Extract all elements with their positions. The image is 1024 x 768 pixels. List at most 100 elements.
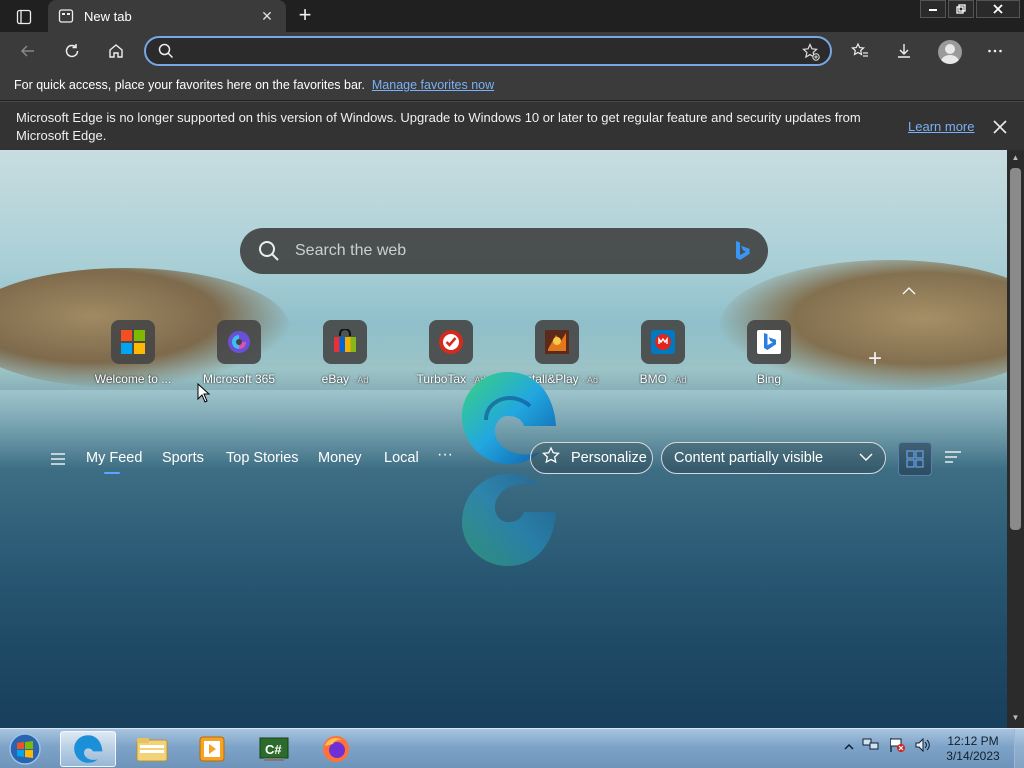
add-favorite-icon[interactable] xyxy=(802,43,820,66)
firefox-icon xyxy=(323,736,349,762)
chevron-down-icon xyxy=(859,450,873,466)
taskbar-edge[interactable] xyxy=(60,731,116,767)
unsupported-info-bar: Microsoft Edge is no longer supported on… xyxy=(0,101,1024,150)
quick-link-tile[interactable]: BMO · Ad xyxy=(610,320,716,390)
taskbar-file-explorer[interactable] xyxy=(124,731,180,767)
show-hidden-icons-icon[interactable] xyxy=(844,739,854,757)
web-search-box[interactable]: Search the web xyxy=(240,228,768,274)
tile-label: Welcome to ... xyxy=(94,372,172,386)
add-quick-link-button[interactable]: + xyxy=(862,346,888,372)
microsoft-365-icon xyxy=(217,320,261,364)
list-layout-icon[interactable] xyxy=(944,450,962,471)
network-icon[interactable] xyxy=(862,737,880,758)
media-player-icon xyxy=(199,736,225,762)
downloads-icon[interactable] xyxy=(890,38,918,64)
edge-logo-reflection xyxy=(462,474,556,566)
tile-label: BMO xyxy=(639,372,667,386)
quick-link-tile[interactable]: eBay · Ad xyxy=(292,320,398,390)
grid-layout-icon[interactable] xyxy=(898,442,932,476)
tab-top-stories[interactable]: Top Stories xyxy=(226,450,299,466)
search-placeholder: Search the web xyxy=(295,242,407,259)
edge-icon xyxy=(74,735,103,763)
search-icon xyxy=(258,240,280,267)
scroll-down-icon[interactable]: ▼ xyxy=(1010,713,1021,725)
taskbar-firefox[interactable] xyxy=(308,731,364,767)
content-visibility-dropdown[interactable]: Content partially visible xyxy=(661,442,886,474)
quick-link-tile[interactable]: Bing xyxy=(716,320,822,390)
browser-toolbar xyxy=(0,32,1024,70)
tab-new-tab[interactable]: New tab ✕ xyxy=(48,0,286,32)
windows-taskbar: C# 12:12 PM 3/14/2023 xyxy=(0,728,1024,768)
tab-money[interactable]: Money xyxy=(318,450,362,466)
new-tab-button[interactable]: + xyxy=(292,4,318,28)
feed-navigation: My Feed Sports Top Stories Money Local ·… xyxy=(0,440,1007,480)
content-visibility-value: Content partially visible xyxy=(674,450,824,466)
tab-sports[interactable]: Sports xyxy=(162,450,204,466)
clock-date: 3/14/2023 xyxy=(946,749,1000,763)
mouse-cursor-icon xyxy=(197,382,211,408)
page-scrollbar[interactable]: ▲ ▼ xyxy=(1007,150,1024,728)
svg-text:C#: C# xyxy=(265,742,282,757)
personalize-button[interactable]: Personalize xyxy=(530,442,653,474)
scroll-up-icon[interactable]: ▲ xyxy=(1010,153,1021,165)
taskbar-clock[interactable]: 12:12 PM 3/14/2023 xyxy=(936,734,1010,764)
favorites-bar-hint: For quick access, place your favorites h… xyxy=(14,78,365,92)
more-icon[interactable] xyxy=(981,38,1009,64)
ebay-icon xyxy=(323,320,367,364)
home-icon[interactable] xyxy=(102,38,130,64)
hamburger-menu-icon[interactable] xyxy=(50,452,66,471)
profile-avatar[interactable] xyxy=(938,40,962,64)
window-controls xyxy=(918,0,1020,18)
bing-icon[interactable] xyxy=(734,240,750,267)
tab-title: New tab xyxy=(84,8,132,24)
title-bar: New tab ✕ + xyxy=(0,0,1024,32)
start-orb-icon[interactable] xyxy=(6,731,44,767)
volume-icon[interactable] xyxy=(914,737,932,758)
clock-time: 12:12 PM xyxy=(947,734,999,748)
quick-link-tile[interactable]: Welcome to ... xyxy=(80,320,186,390)
restore-button[interactable] xyxy=(948,0,974,18)
show-desktop-button[interactable] xyxy=(1014,729,1024,768)
back-icon[interactable] xyxy=(14,38,42,64)
search-icon xyxy=(158,43,174,64)
favorites-bar: For quick access, place your favorites h… xyxy=(0,70,1024,100)
close-icon[interactable] xyxy=(990,117,1010,137)
chevron-up-icon[interactable] xyxy=(900,284,918,296)
info-message: Microsoft Edge is no longer supported on… xyxy=(16,110,861,143)
manage-favorites-link[interactable]: Manage favorites now xyxy=(372,78,494,92)
csharp-icon: C# xyxy=(259,737,289,761)
action-center-flag-icon[interactable] xyxy=(888,737,906,758)
tile-label: Microsoft 365 xyxy=(202,372,276,386)
favorites-icon[interactable] xyxy=(846,38,874,64)
new-tab-page: Search the web Welcome to ... Microsoft … xyxy=(0,150,1007,728)
taskbar-csharp-app[interactable]: C# xyxy=(246,731,302,767)
personalize-label: Personalize xyxy=(571,450,647,466)
system-tray xyxy=(844,737,940,758)
ad-badge: · Ad xyxy=(352,375,369,385)
game-icon xyxy=(535,320,579,364)
turbotax-icon xyxy=(429,320,473,364)
personalize-star-icon xyxy=(541,446,561,470)
ad-badge: · Ad xyxy=(582,375,599,385)
close-window-button[interactable] xyxy=(976,0,1020,18)
bmo-icon xyxy=(641,320,685,364)
new-tab-page-icon xyxy=(58,8,74,24)
more-tabs-button[interactable]: ··· xyxy=(437,446,453,464)
tab-local[interactable]: Local xyxy=(384,450,419,466)
tab-my-feed[interactable]: My Feed xyxy=(86,450,142,474)
tab-actions-icon[interactable] xyxy=(10,6,38,28)
windows-logo-icon xyxy=(111,320,155,364)
address-bar[interactable] xyxy=(144,36,832,66)
ad-badge: · Ad xyxy=(670,375,687,385)
bing-icon xyxy=(747,320,791,364)
folder-icon xyxy=(136,738,168,762)
quick-link-tile[interactable]: Microsoft 365 xyxy=(186,320,292,390)
tab-close-icon[interactable]: ✕ xyxy=(258,8,276,25)
tile-label: eBay xyxy=(321,372,349,386)
minimize-button[interactable] xyxy=(920,0,946,18)
tile-label: Bing xyxy=(756,372,782,386)
taskbar-media-player[interactable] xyxy=(184,731,240,767)
scrollbar-thumb[interactable] xyxy=(1010,168,1021,530)
learn-more-link[interactable]: Learn more xyxy=(908,119,974,134)
refresh-icon[interactable] xyxy=(58,38,86,64)
